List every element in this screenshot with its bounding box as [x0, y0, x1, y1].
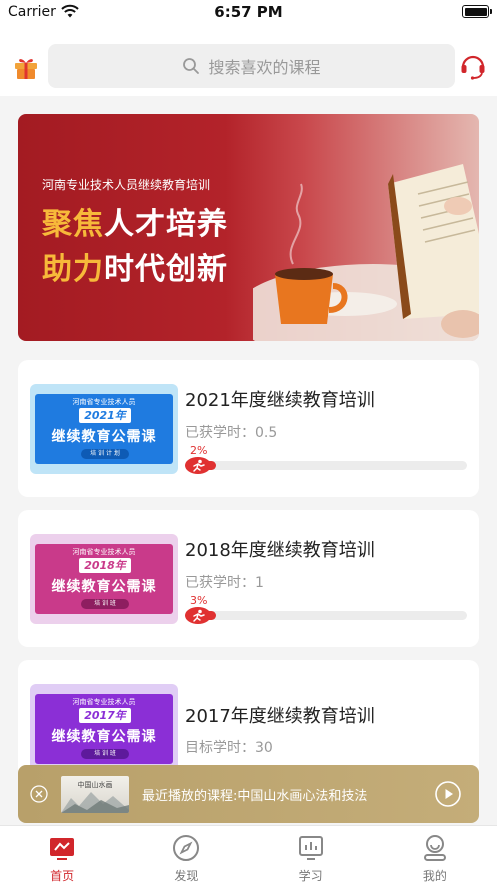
course-thumbnail: 河南省专业技术人员 2018年 继续教育公需课 培 训 班 [30, 534, 178, 624]
thumb-title: 继续教育公需课 [51, 729, 157, 745]
thumb-tag: 河南省专业技术人员 [72, 398, 136, 406]
course-card-2021[interactable]: 河南省专业技术人员 2021年 继续教育公需课 培 训 计 划 2021年度继续… [18, 360, 479, 497]
progress-percent: 3% [190, 594, 208, 607]
course-thumbnail: 河南省专业技术人员 2017年 继续教育公需课 培 训 班 [30, 684, 178, 774]
banner-headline-1-highlight: 聚焦 [42, 207, 104, 242]
battery-icon [462, 5, 492, 18]
thumb-title: 继续教育公需课 [51, 579, 157, 595]
compass-icon [173, 835, 200, 861]
thumb-tag: 河南省专业技术人员 [72, 548, 136, 556]
status-bar: Carrier 6:57 PM [0, 0, 497, 26]
course-title: 2021年度继续教育培训 [185, 390, 375, 411]
course-hours: 已获学时：0.5 [185, 425, 278, 441]
study-icon [298, 836, 323, 860]
thumb-sub: 培 训 计 划 [81, 449, 129, 459]
clock: 6:57 PM [214, 3, 283, 21]
course-thumbnail: 河南省专业技术人员 2021年 继续教育公需课 培 训 计 划 [30, 384, 178, 474]
tab-study[interactable]: 学习 [249, 826, 373, 883]
tab-label: 我的 [422, 869, 447, 883]
tab-profile[interactable]: 我的 [373, 826, 497, 883]
recent-course-text: 最近播放的课程:中国山水画心法和技法 [142, 789, 368, 804]
promo-banner[interactable]: 河南专业技术人员继续教育培训 聚焦人才培养 助力时代创新 [18, 114, 479, 341]
search-input[interactable]: 搜索喜欢的课程 [48, 44, 455, 88]
thumb-tag: 河南省专业技术人员 [72, 698, 136, 706]
tab-label: 学习 [298, 869, 323, 883]
home-icon [50, 838, 75, 860]
recent-play-bar[interactable]: 中国山水画 最近播放的课程:中国山水画心法和技法 [18, 765, 479, 823]
tab-label: 发现 [174, 869, 199, 883]
tab-discover[interactable]: 发现 [124, 826, 248, 883]
runner-icon [185, 457, 211, 474]
tab-bar: 首页 发现 学习 我的 [0, 825, 497, 883]
progress-bar [200, 611, 467, 620]
course-title: 2017年度继续教育培训 [185, 706, 375, 727]
search-icon [183, 58, 200, 74]
thumb-year: 2021年 [79, 408, 131, 423]
play-icon[interactable] [435, 781, 461, 807]
banner-headline-1: 聚焦人才培养 [42, 199, 228, 243]
close-icon[interactable] [30, 785, 48, 803]
banner-headline-1-rest: 人才培养 [104, 207, 228, 242]
tab-label: 首页 [50, 869, 75, 883]
search-placeholder: 搜索喜欢的课程 [208, 58, 321, 77]
thumb-title: 继续教育公需课 [51, 429, 157, 445]
banner-headline-2: 助力时代创新 [42, 244, 228, 288]
banner-photo-illustration [253, 164, 479, 341]
profile-icon [423, 835, 446, 861]
customer-service-icon[interactable] [459, 52, 487, 80]
banner-subtitle: 河南专业技术人员继续教育培训 [42, 178, 211, 192]
recent-course-thumbnail: 中国山水画 [61, 776, 129, 813]
thumb-year: 2018年 [79, 558, 131, 573]
thumb-year: 2017年 [79, 708, 131, 723]
runner-icon [185, 607, 211, 624]
course-card-2018[interactable]: 河南省专业技术人员 2018年 继续教育公需课 培 训 班 2018年度继续教育… [18, 510, 479, 647]
banner-headline-2-highlight: 助力 [42, 252, 104, 287]
banner-headline-2-rest: 时代创新 [104, 252, 228, 287]
course-hours: 已获学时：1 [185, 575, 264, 591]
tab-home[interactable]: 首页 [0, 826, 124, 883]
course-hours: 目标学时：30 [185, 740, 273, 756]
header: 搜索喜欢的课程 [0, 26, 497, 96]
course-title: 2018年度继续教育培训 [185, 540, 375, 561]
gift-icon[interactable] [13, 54, 39, 80]
thumb-sub: 培 训 班 [81, 599, 129, 609]
landscape-illustration [61, 792, 129, 813]
progress-bar [200, 461, 467, 470]
progress-percent: 2% [190, 444, 208, 457]
thumb-sub: 培 训 班 [81, 749, 129, 759]
